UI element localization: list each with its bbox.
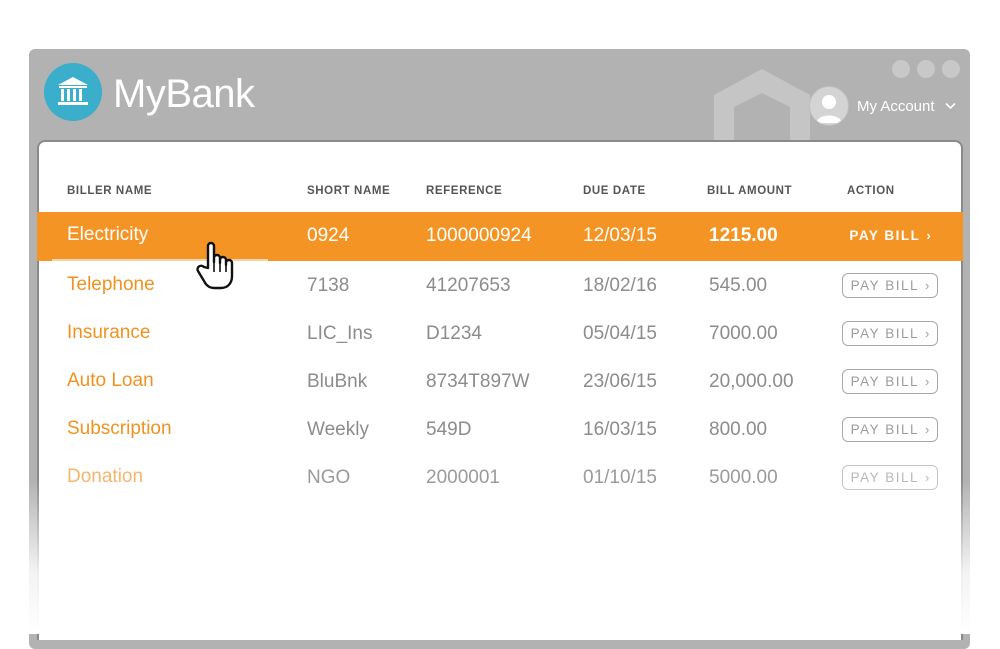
- biller-name: Telephone: [67, 274, 155, 295]
- pay-bill-button[interactable]: PAY BILL ›: [842, 417, 938, 442]
- due-date: 01/10/15: [583, 467, 657, 488]
- due-date: 18/02/16: [583, 275, 657, 296]
- chevron-right-icon: ›: [924, 278, 930, 293]
- column-header-due-date: DUE DATE: [583, 185, 646, 197]
- window-close-button[interactable]: [942, 60, 960, 78]
- pay-bill-button[interactable]: PAY BILL ›: [842, 369, 938, 394]
- table-row[interactable]: Auto Loan BluBnk 8734T897W 23/06/15 20,0…: [37, 358, 963, 407]
- pay-bill-label: PAY BILL: [850, 470, 919, 485]
- pay-bill-button[interactable]: PAY BILL ›: [842, 223, 938, 248]
- short-name: 7138: [307, 275, 350, 296]
- column-header-reference: REFERENCE: [426, 185, 503, 197]
- biller-name: Subscription: [67, 418, 172, 439]
- short-name: NGO: [307, 467, 351, 488]
- column-header-bill-amount: BILL AMOUNT: [707, 185, 793, 197]
- column-header-biller-name: BILLER NAME: [67, 185, 153, 197]
- short-name: BluBnk: [307, 371, 368, 392]
- pay-bill-button[interactable]: PAY BILL ›: [842, 465, 938, 490]
- biller-name: Electricity: [67, 224, 149, 245]
- chevron-right-icon: ›: [924, 326, 930, 341]
- biller-name: Insurance: [67, 322, 151, 343]
- app-title: MyBank: [113, 72, 255, 116]
- watermark-logo-icon: [714, 69, 810, 147]
- bill-amount: 5000.00: [709, 467, 778, 488]
- table-row[interactable]: Electricity 0924 1000000924 12/03/15 121…: [37, 212, 963, 261]
- table-row[interactable]: Donation NGO 2000001 01/10/15 5000.00 PA…: [37, 454, 963, 503]
- my-account-label: My Account: [857, 97, 935, 115]
- bill-amount: 1215.00: [709, 225, 778, 246]
- chevron-right-icon: ›: [924, 374, 930, 389]
- reference: 549D: [426, 419, 472, 440]
- short-name: Weekly: [307, 419, 369, 440]
- window-controls: [892, 60, 960, 78]
- biller-name: Donation: [67, 466, 144, 487]
- due-date: 16/03/15: [583, 419, 657, 440]
- pay-bill-label: PAY BILL: [850, 278, 919, 293]
- bank-building-icon: [58, 77, 88, 105]
- table-row[interactable]: Telephone 7138 41207653 18/02/16 545.00 …: [37, 262, 963, 311]
- reference: 1000000924: [426, 225, 532, 246]
- bills-table: BILLER NAME SHORT NAME REFERENCE DUE DAT…: [37, 140, 963, 640]
- column-header-short-name: SHORT NAME: [307, 185, 391, 197]
- my-account-menu[interactable]: My Account: [809, 86, 956, 126]
- reference: 8734T897W: [426, 371, 530, 392]
- short-name: LIC_Ins: [307, 323, 373, 344]
- window-maximize-button[interactable]: [917, 60, 935, 78]
- table-row[interactable]: Insurance LIC_Ins D1234 05/04/15 7000.00…: [37, 310, 963, 359]
- chevron-down-icon: [944, 99, 956, 113]
- hand-pointer-icon: [196, 241, 234, 290]
- reference: D1234: [426, 323, 482, 344]
- chevron-right-icon: ›: [924, 470, 930, 485]
- pay-bill-label: PAY BILL: [850, 374, 919, 389]
- reference: 41207653: [426, 275, 511, 296]
- user-avatar-icon: [809, 86, 849, 126]
- bill-amount: 20,000.00: [709, 371, 794, 392]
- pay-bill-label: PAY BILL: [849, 228, 921, 243]
- window-minimize-button[interactable]: [892, 60, 910, 78]
- column-header-action: ACTION: [847, 185, 895, 197]
- bank-logo: [44, 63, 102, 121]
- chevron-right-icon: ›: [924, 422, 930, 437]
- pay-bill-button[interactable]: PAY BILL ›: [842, 321, 938, 346]
- due-date: 12/03/15: [583, 225, 657, 246]
- pay-bill-label: PAY BILL: [850, 422, 919, 437]
- table-row[interactable]: Subscription Weekly 549D 16/03/15 800.00…: [37, 406, 963, 455]
- bill-amount: 7000.00: [709, 323, 778, 344]
- chevron-right-icon: ›: [926, 228, 931, 243]
- short-name: 0924: [307, 225, 350, 246]
- bill-amount: 800.00: [709, 419, 768, 440]
- biller-name: Auto Loan: [67, 370, 154, 391]
- pay-bill-button[interactable]: PAY BILL ›: [842, 273, 938, 298]
- pay-bill-label: PAY BILL: [850, 326, 919, 341]
- due-date: 05/04/15: [583, 323, 657, 344]
- reference: 2000001: [426, 467, 500, 488]
- due-date: 23/06/15: [583, 371, 657, 392]
- bill-amount: 545.00: [709, 275, 768, 296]
